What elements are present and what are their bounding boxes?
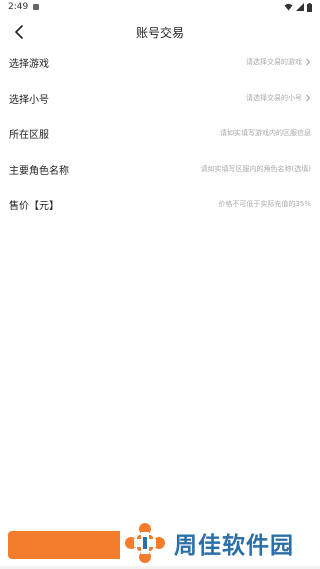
notification-icon — [33, 4, 40, 10]
status-time: 2:49 — [8, 2, 29, 12]
status-bar: 2:49 — [0, 0, 320, 14]
signal-icon — [296, 3, 304, 11]
price-input[interactable] — [111, 200, 311, 208]
status-right — [284, 2, 312, 12]
form-row-role: 主要角色名称 — [0, 154, 320, 184]
game-value — [132, 58, 311, 66]
watermark: 周佳软件园 — [122, 520, 317, 566]
game-label: 选择游戏 — [9, 58, 49, 70]
price-label: 售价【元】 — [9, 200, 59, 212]
subaccount-select[interactable] — [132, 94, 302, 102]
form-row-price: 售价【元】 — [0, 189, 320, 219]
role-label: 主要角色名称 — [9, 165, 69, 177]
watermark-logo-icon — [125, 523, 165, 563]
page-title: 账号交易 — [135, 25, 184, 40]
navigation-bar: 账号交易 — [0, 18, 320, 46]
form-row-server: 所在区服 — [0, 118, 320, 148]
chevron-right-icon — [306, 58, 311, 66]
form-row-game[interactable]: 选择游戏 — [0, 47, 320, 77]
watermark-text: 周佳软件园 — [174, 533, 294, 559]
game-select[interactable] — [132, 58, 302, 66]
back-arrow-icon — [15, 25, 23, 39]
chevron-right-icon — [306, 94, 311, 102]
subaccount-label: 选择小号 — [9, 94, 49, 106]
server-input[interactable] — [111, 129, 311, 137]
role-value — [91, 165, 311, 173]
status-left: 2:49 — [8, 2, 40, 12]
role-input[interactable] — [91, 165, 311, 173]
wifi-icon — [284, 3, 293, 11]
server-label: 所在区服 — [9, 129, 49, 141]
battery-icon — [307, 2, 312, 12]
form-row-subaccount[interactable]: 选择小号 — [0, 83, 320, 113]
server-value — [111, 129, 311, 137]
submit-button[interactable] — [8, 531, 120, 559]
back-button[interactable] — [8, 21, 30, 43]
price-value — [111, 200, 311, 208]
subaccount-value — [132, 94, 311, 102]
